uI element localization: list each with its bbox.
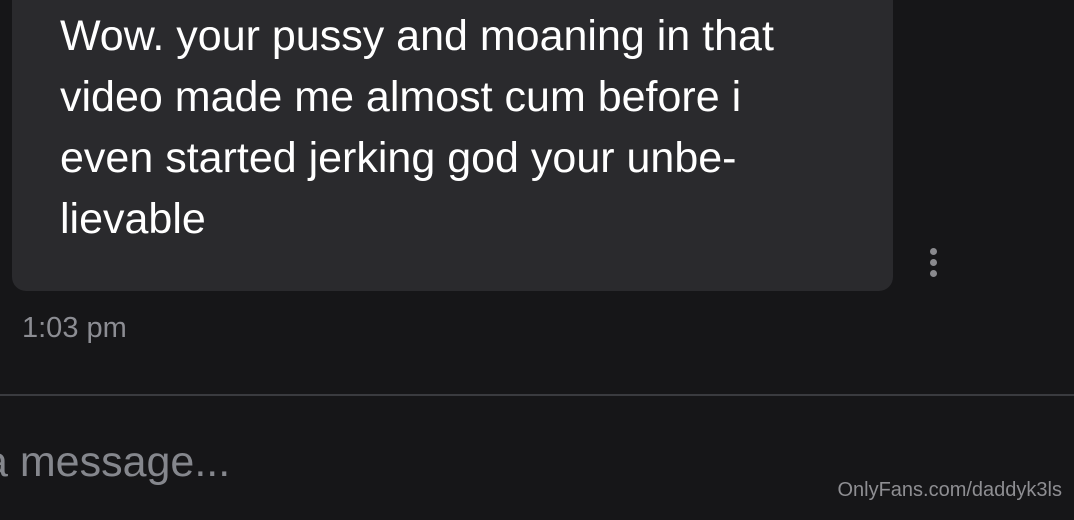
vertical-dots-icon [929, 247, 937, 255]
vertical-dots-icon [929, 258, 937, 266]
message-options-button[interactable] [920, 242, 946, 282]
message-input[interactable] [0, 432, 804, 492]
watermark: OnlyFans.com/daddyk3ls [837, 479, 1062, 501]
message-bubble: Wow. your pussy and moaning in that vide… [12, 0, 893, 291]
message-text: Wow. your pussy and moaning in that vide… [60, 12, 774, 243]
vertical-dots-icon [929, 269, 937, 277]
message-timestamp: 1:03 pm [22, 312, 127, 344]
chat-screen: Wow. your pussy and moaning in that vide… [0, 0, 1074, 520]
